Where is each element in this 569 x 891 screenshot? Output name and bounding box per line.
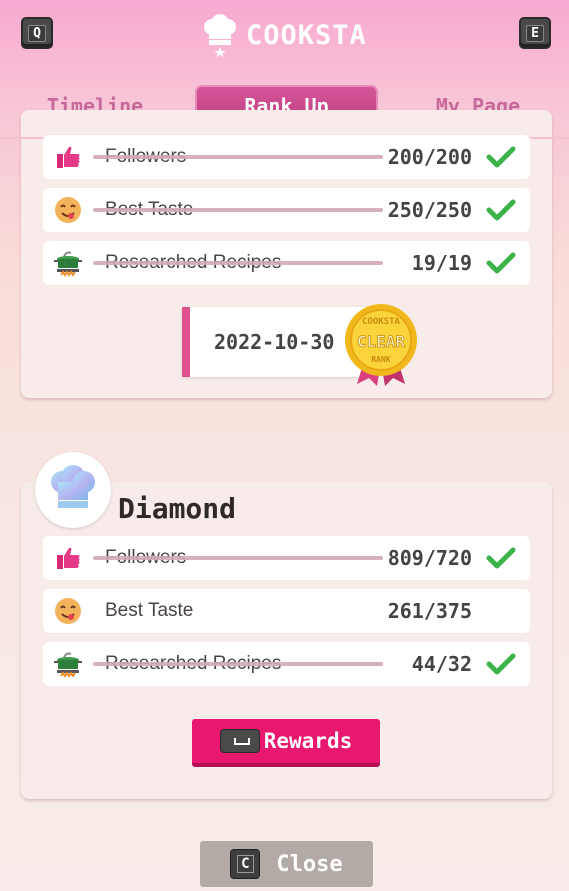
close-button[interactable]: C Close [200,841,373,887]
requirement-row: Best Taste 261/375 [43,589,530,633]
strikethrough-line [93,155,383,159]
requirement-row: Followers 809/720 [43,536,530,580]
requirement-row: Followers 200/200 [43,135,530,179]
strikethrough-line [93,556,383,560]
medal-center-text: CLEAR [357,332,406,351]
requirement-value: 44/32 [411,652,472,676]
check-icon [486,653,516,675]
rewards-label: Rewards [263,729,353,753]
diamond-chef-hat-icon [51,465,95,508]
strikethrough-line [93,261,383,265]
requirement-label: Best Taste [105,600,194,621]
strikethrough-line [93,208,383,212]
requirement-value: 200/200 [387,145,472,169]
e-key-button[interactable]: E [519,17,551,49]
requirement-row: Researched Recipes 19/19 [43,241,530,285]
requirement-row: Researched Recipes 44/32 [43,642,530,686]
tasty-face-icon [55,598,81,624]
thumbs-up-icon [57,547,80,569]
check-icon [486,547,516,569]
requirement-value: 261/375 [387,599,472,623]
c-key-label: C [237,855,254,873]
app-logo: COOKSTA [200,12,375,58]
e-key-label: E [526,24,544,42]
check-icon [486,199,516,221]
check-icon [486,252,516,274]
medal-top-text: COOKSTA [362,317,401,327]
thumbs-up-icon [57,146,80,168]
space-key-icon [219,729,260,753]
q-key-button[interactable]: Q [21,17,53,49]
close-label: Close [276,851,343,877]
check-icon [486,146,516,168]
clear-date: 2022-10-30 [214,330,335,354]
app-title: COOKSTA [246,19,367,51]
requirement-row: Best Taste 250/250 [43,188,530,232]
medal-bottom-text: RANK [371,355,390,364]
cooking-pot-icon [54,251,82,277]
requirement-value: 19/19 [411,251,472,275]
requirement-value: 809/720 [387,546,472,570]
tasty-face-icon [55,197,81,223]
chef-hat-logo-icon [204,14,236,57]
rank-name: Diamond [118,492,237,525]
requirement-value: 250/250 [387,198,472,222]
c-key-icon: C [230,849,261,879]
cooking-pot-icon [54,652,82,678]
rewards-button[interactable]: Rewards [192,719,380,767]
rank-avatar [35,452,111,528]
clear-medal-icon: COOKSTA CLEAR RANK [345,304,417,386]
strikethrough-line [93,662,383,666]
q-key-label: Q [28,24,46,42]
